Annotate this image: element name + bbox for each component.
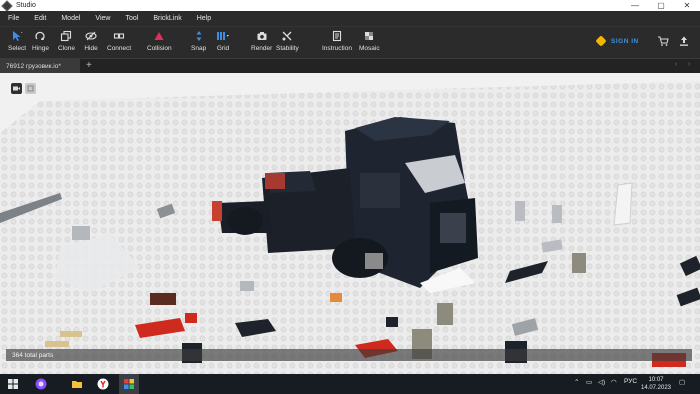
window-controls: — ▢ ✕ <box>622 0 700 11</box>
notifications-icon[interactable]: ▢ <box>679 378 685 386</box>
tool-instruction[interactable]: Instruction <box>322 30 352 52</box>
menu-help[interactable]: Help <box>189 15 218 22</box>
camera-icon <box>255 30 269 42</box>
minimize-button[interactable]: — <box>622 0 648 11</box>
tool-stability[interactable]: Stability <box>276 30 299 52</box>
studio-logo-icon <box>1 0 13 12</box>
menu-model[interactable]: Model <box>53 15 87 22</box>
connect-icon <box>112 30 126 42</box>
hinge-icon <box>33 30 47 42</box>
keyboard-language[interactable]: РУС <box>624 378 637 385</box>
tool-hinge[interactable]: Hinge <box>32 30 49 52</box>
new-tab-button[interactable]: + <box>86 60 92 71</box>
bricklink-studio-icon[interactable] <box>119 374 139 394</box>
window-title: Studio <box>16 2 36 9</box>
maximize-button[interactable]: ▢ <box>648 0 674 11</box>
cart-button[interactable] <box>656 34 670 48</box>
clock-time: 10:07 <box>648 377 664 383</box>
grid-icon <box>216 30 230 42</box>
wifi-icon[interactable]: ◠ <box>611 378 617 386</box>
cursor-icon <box>10 30 24 42</box>
video-camera-icon <box>13 86 20 91</box>
menu-bricklink[interactable]: BrickLink <box>145 15 188 22</box>
tab-scroll-left-icon[interactable]: ‹ <box>675 61 677 68</box>
stability-icon <box>280 30 294 42</box>
taskbar-clock[interactable]: 10:07 14.07.2023 <box>640 376 672 392</box>
clock-date: 14.07.2023 <box>640 385 672 391</box>
view-toggle-button[interactable] <box>25 83 36 94</box>
cart-icon <box>658 36 669 46</box>
tray-overflow-icon[interactable]: ⌃ <box>574 378 579 386</box>
upload-button[interactable] <box>677 34 691 48</box>
tool-snap[interactable]: Snap <box>191 30 206 52</box>
hide-icon <box>84 30 98 42</box>
tool-grid[interactable]: Grid <box>216 30 230 52</box>
tab-scroll-right-icon[interactable]: › <box>688 61 690 68</box>
3d-viewport[interactable]: 364 total parts <box>0 73 700 374</box>
title-bar: Studio — ▢ ✕ <box>0 0 700 12</box>
windows-taskbar: ⌃ ▭ ◁) ◠ РУС 10:07 14.07.2023 ▢ <box>0 374 700 394</box>
upload-icon <box>680 36 688 46</box>
yandex-browser-icon[interactable] <box>96 377 110 391</box>
menu-bar: File Edit Model View Tool BrickLink Help <box>0 11 700 26</box>
windows-start-icon[interactable] <box>6 377 20 391</box>
tool-render[interactable]: Render <box>251 30 272 52</box>
tool-select[interactable]: Select <box>8 30 26 52</box>
tool-collision[interactable]: Collision <box>147 30 172 52</box>
bricklink-coin-icon <box>595 35 607 47</box>
document-tab-bar: 76912 грузовик.io* + ‹ › <box>0 58 700 74</box>
parts-count-bar: 364 total parts <box>6 349 692 361</box>
menu-tool[interactable]: Tool <box>117 15 145 22</box>
close-button[interactable]: ✕ <box>674 0 700 11</box>
tool-mosaic[interactable]: Mosaic <box>359 30 380 52</box>
alice-assistant-icon[interactable] <box>34 377 48 391</box>
camera-toggle-button[interactable] <box>11 83 22 94</box>
scene-canvas <box>0 73 700 374</box>
mosaic-icon <box>362 30 376 42</box>
sign-in-button[interactable]: SIGN IN <box>595 35 639 47</box>
collision-icon <box>152 30 166 42</box>
clone-icon <box>59 30 73 42</box>
parts-count-label: 364 total parts <box>12 351 54 359</box>
tool-hide[interactable]: Hide <box>84 30 98 52</box>
volume-icon[interactable]: ◁) <box>598 378 605 386</box>
instruction-icon <box>330 30 344 42</box>
menu-file[interactable]: File <box>0 15 26 22</box>
menu-edit[interactable]: Edit <box>26 15 53 22</box>
toolbar: Select Hinge Clone Hide Connect Collisio… <box>0 26 700 58</box>
studio-window: Studio — ▢ ✕ File Edit Model View Tool B… <box>0 0 700 394</box>
tool-connect[interactable]: Connect <box>107 30 131 52</box>
orthographic-icon <box>27 85 34 92</box>
tab-document[interactable]: 76912 грузовик.io* <box>0 59 80 74</box>
battery-icon[interactable]: ▭ <box>586 378 592 386</box>
snap-icon <box>192 30 206 42</box>
file-explorer-icon[interactable] <box>70 377 84 391</box>
menu-view[interactable]: View <box>87 15 117 22</box>
tool-clone[interactable]: Clone <box>58 30 75 52</box>
